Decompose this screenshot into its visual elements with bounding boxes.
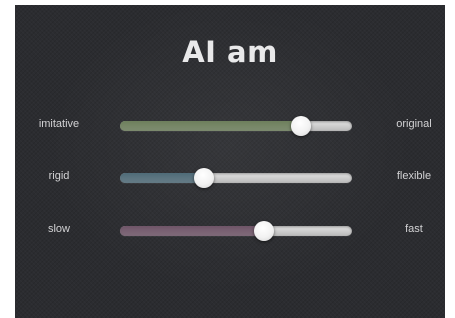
slider-fill [120,121,301,131]
slider-row-rigid-flexible: rigid flexible [15,168,445,188]
slider-right-label: original [396,118,432,130]
slider-thumb[interactable] [193,168,214,188]
slider-left-label: imitative [38,118,80,130]
slider-right-label: fast [405,223,423,235]
slider-right-label: flexible [396,170,432,182]
slider-row-slow-fast: slow fast [15,221,445,241]
slider-left-label: slow [47,223,70,235]
slider-thumb[interactable] [253,221,274,241]
slider-row-imitative-original: imitative original [15,116,445,136]
page-title: AI am [182,35,278,69]
slider-left-label: rigid [48,170,70,182]
slider-fill [120,226,264,236]
slider-track[interactable] [120,116,352,136]
slider-track[interactable] [120,221,352,241]
slider-thumb[interactable] [290,116,311,136]
panel: AI am imitative original rigid flexible … [15,5,445,318]
slider-fill [120,173,204,183]
slider-track[interactable] [120,168,352,188]
